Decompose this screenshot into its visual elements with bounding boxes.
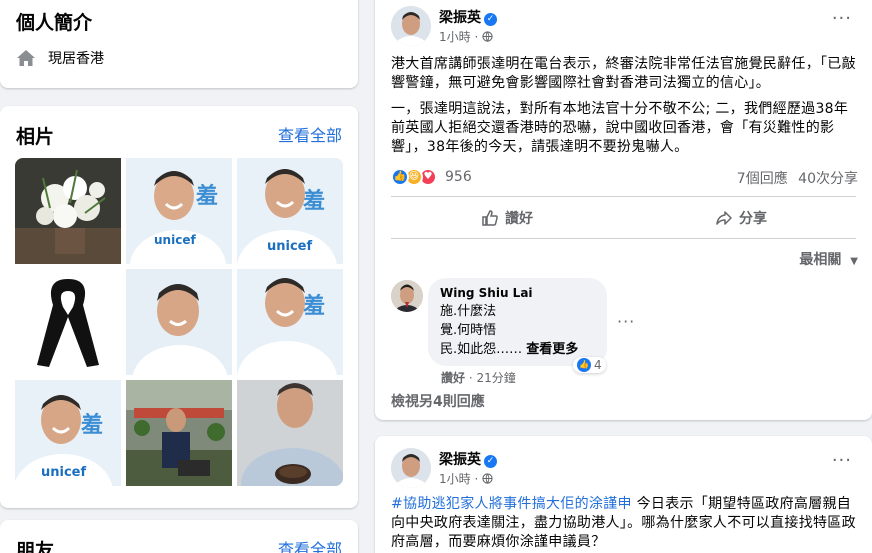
post-options-icon[interactable]: ··· (832, 450, 852, 471)
photos-grid: 羞 unicef 羞 unicef 羞 羞 unicef (15, 158, 343, 486)
intro-location: 現居香港 (16, 48, 104, 68)
friends-title: 朋友 (16, 540, 55, 553)
post-stats: 7個回應 40次分享 (737, 168, 858, 188)
divider (391, 238, 856, 239)
comment-bubble: Wing Shiu Lai 施.什麼法 覺.何時悟 民.如此怨…… 查看更多 (428, 278, 607, 366)
comment-actions: 讚好 · 21分鐘 (441, 369, 516, 386)
photo-thumbnail[interactable] (126, 380, 232, 486)
globe-icon (482, 473, 493, 484)
comment-like-button[interactable]: 讚好 (441, 371, 465, 385)
like-reaction-icon: 👍 (577, 358, 591, 372)
svg-text:unicef: unicef (267, 239, 312, 254)
photo-thumbnail[interactable]: 羞 (237, 269, 343, 375)
photo-thumbnail[interactable] (15, 158, 121, 264)
intro-title: 個人簡介 (16, 12, 93, 34)
share-label: 分享 (739, 211, 767, 227)
comment-count[interactable]: 7個回應 (737, 171, 788, 187)
photo-thumbnail[interactable]: 羞 unicef (237, 158, 343, 264)
svg-text:羞: 羞 (80, 412, 103, 438)
post-timestamp[interactable]: 1小時 · (439, 28, 493, 45)
view-more-comments-link[interactable]: 檢視另4則回應 (391, 391, 485, 411)
commenter-name[interactable]: Wing Shiu Lai (440, 286, 595, 300)
comment-sort-dropdown[interactable]: 最相關 ▼ (799, 249, 858, 269)
photos-title: 相片 (16, 126, 55, 148)
reaction-summary[interactable]: 👍 😆 ♥ 956 (391, 168, 472, 186)
photos-card: 相片 查看全部 羞 unicef 羞 unicef 羞 羞 unicef (0, 106, 358, 508)
hashtag-link[interactable]: #協助逃犯家人將事件搞大佢的涂謹申 (391, 496, 632, 512)
comment-timestamp[interactable]: · 21分鐘 (469, 371, 516, 385)
photo-thumbnail[interactable] (126, 269, 232, 375)
post-options-icon[interactable]: ··· (832, 8, 852, 29)
photo-thumbnail[interactable]: 羞 unicef (126, 158, 232, 264)
post-text-paragraph: 港大首席講師張達明在電台表示，終審法院非常任法官施覺民辭任，「已敲響警鐘，無可避… (391, 56, 856, 91)
caret-down-icon: ▼ (850, 256, 858, 267)
comment-options-icon[interactable]: ··· (617, 312, 635, 331)
post-card: 梁振英 ✓ 1小時 · ··· #協助逃犯家人將事件搞大佢的涂謹申 今日表示「期望… (375, 436, 872, 553)
like-reaction-icon: 👍 (391, 168, 409, 186)
share-count[interactable]: 40次分享 (798, 171, 858, 187)
post-text-paragraph: #協助逃犯家人將事件搞大佢的涂謹申 今日表示「期望特區政府高層親自向中央政府表達… (391, 495, 861, 552)
friends-card: 朋友 查看全部 (0, 520, 358, 553)
comment-line: 民.如此怨…… 查看更多 (440, 340, 595, 359)
svg-text:羞: 羞 (195, 183, 218, 209)
author-name[interactable]: 梁振英 ✓ (439, 449, 497, 469)
see-more-link[interactable]: 查看更多 (526, 342, 578, 357)
svg-text:羞: 羞 (302, 293, 325, 319)
like-button[interactable]: 讚好 (481, 208, 533, 228)
post-timestamp[interactable]: 1小時 · (439, 470, 493, 487)
share-icon (716, 211, 732, 225)
comment-line-text: 民.如此怨…… (440, 342, 523, 357)
verified-icon: ✓ (484, 13, 497, 26)
comment-line: 覺.何時悟 (440, 323, 497, 338)
thumbs-up-icon (482, 210, 498, 226)
svg-text:羞: 羞 (302, 188, 325, 214)
share-button[interactable]: 分享 (715, 208, 767, 228)
svg-text:unicef: unicef (41, 465, 86, 480)
svg-text:unicef: unicef (154, 233, 196, 247)
friends-see-all-link[interactable]: 查看全部 (278, 536, 342, 553)
author-name[interactable]: 梁振英 ✓ (439, 7, 497, 27)
post-text-paragraph: 一，張達明這說法，對所有本地法官十分不敬不公; 二，我們經歷過38年前英國人拒絕… (391, 101, 849, 155)
photos-see-all-link[interactable]: 查看全部 (278, 122, 342, 146)
photo-thumbnail[interactable] (15, 269, 121, 375)
comment-text: 施.什麼法 覺.何時悟 民.如此怨…… 查看更多 (440, 302, 595, 359)
location-text: 現居香港 (48, 51, 104, 67)
like-label: 讚好 (505, 211, 533, 227)
commenter-avatar[interactable] (391, 280, 423, 312)
photo-thumbnail[interactable]: 羞 unicef (15, 380, 121, 486)
author-avatar[interactable] (391, 6, 431, 46)
divider (391, 196, 856, 197)
comment-line: 施.什麼法 (440, 304, 497, 319)
home-icon (16, 49, 36, 67)
reaction-count: 956 (445, 169, 472, 185)
photo-thumbnail[interactable] (237, 380, 343, 486)
verified-icon: ✓ (484, 455, 497, 468)
globe-icon (482, 31, 493, 42)
author-avatar[interactable] (391, 448, 431, 488)
intro-card: 個人簡介 現居香港 (0, 0, 358, 88)
comment-like-count[interactable]: 👍 4 (573, 357, 606, 373)
